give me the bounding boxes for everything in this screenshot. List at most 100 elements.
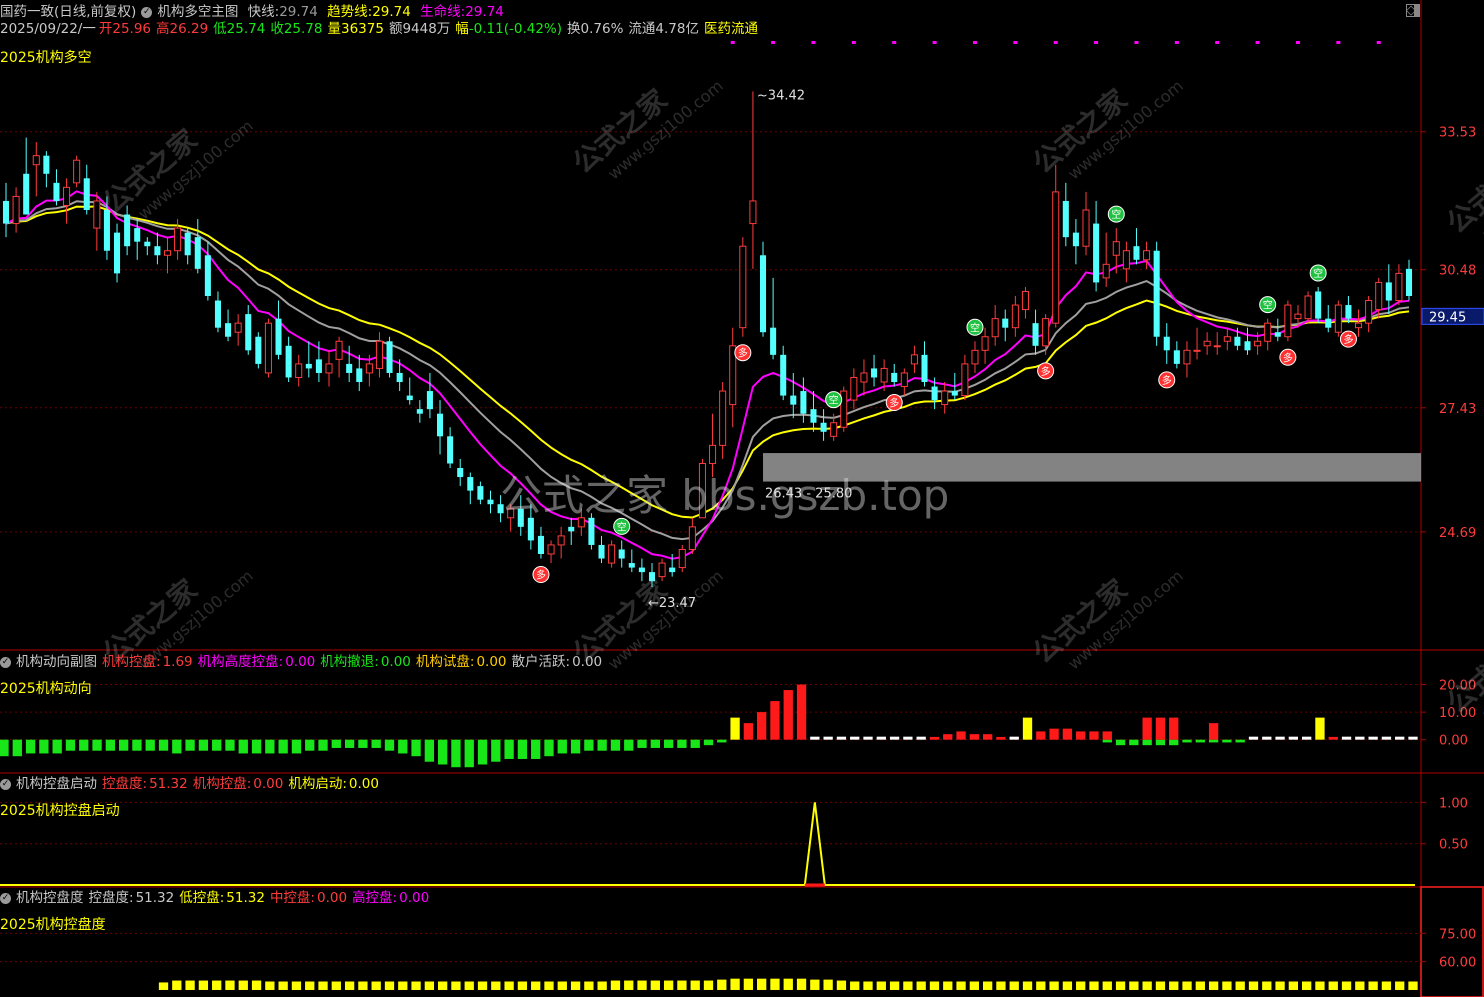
- bar-control-degree: [1381, 981, 1392, 990]
- candle: [1002, 309, 1009, 342]
- panel2-name[interactable]: 机构动向副图: [16, 654, 97, 670]
- bar-control-degree: [358, 981, 368, 990]
- candle: [840, 386, 848, 432]
- candle-body: [1375, 281, 1383, 311]
- candle-body: [416, 409, 423, 414]
- bar-control-degree: [810, 979, 820, 990]
- panel4-name[interactable]: 机构控盘度: [16, 890, 84, 906]
- bar-institution-control: [158, 739, 169, 751]
- panel3-i3-label: 机构启动:: [288, 776, 347, 792]
- bar-control-degree: [477, 981, 488, 990]
- bar-high-control: [1142, 717, 1152, 740]
- candle: [346, 345, 353, 382]
- window-toggle-icon[interactable]: [1406, 4, 1420, 17]
- candle: [73, 155, 81, 188]
- panel3-name[interactable]: 机构控盘启动: [16, 776, 97, 792]
- signal-dot: [932, 41, 937, 44]
- bar-neutral: [1341, 736, 1352, 740]
- bar-institution-control: [690, 739, 700, 748]
- watermark-tile: 公式之家www.gszj100.com: [566, 76, 726, 183]
- bar-high-control: [1102, 731, 1112, 740]
- candle-body: [1021, 290, 1029, 311]
- stock-name[interactable]: 国药一致(日线,前复权): [0, 4, 136, 20]
- bar-control-degree: [1355, 981, 1365, 990]
- candle-body: [103, 210, 110, 251]
- sector-tag[interactable]: 医药流通: [704, 21, 758, 37]
- panel3-i2-value: 0.00: [253, 776, 284, 792]
- bar-control-degree: [464, 981, 474, 990]
- panel4-i3-value: 0.00: [317, 890, 348, 906]
- bar-institution-control: [677, 739, 687, 748]
- candle: [487, 490, 494, 514]
- candle-body: [941, 390, 949, 406]
- buy-marker-label: 多: [889, 397, 899, 410]
- panel2-header: ✓ 机构动向副图 机构控盘: 1.69 机构高度控盘: 0.00 机构撤退: 0.00 机构试盘…: [0, 654, 607, 671]
- candle-body: [981, 336, 989, 351]
- bar-control-degree: [1022, 981, 1033, 990]
- bar-high-control: [1208, 723, 1219, 740]
- candle: [53, 169, 60, 206]
- candle: [144, 237, 151, 256]
- candle-body: [537, 535, 544, 554]
- candle: [1334, 300, 1342, 337]
- bar-institution-control: [305, 739, 315, 751]
- signal-dot: [892, 41, 897, 44]
- panel3-settings-icon[interactable]: ✓: [0, 778, 11, 790]
- bar-control-degree: [331, 981, 341, 990]
- turn-value: 0.76%: [580, 21, 624, 37]
- candle: [871, 354, 878, 387]
- bar-neutral: [850, 736, 860, 740]
- candle: [537, 526, 544, 559]
- panel3-i1-label: 控盘度:: [102, 776, 148, 792]
- candle-body: [891, 372, 898, 382]
- candle: [991, 305, 999, 346]
- bar-control-degree: [703, 980, 714, 990]
- candle: [971, 341, 979, 373]
- main-indicator-name[interactable]: 机构多空主图: [157, 4, 238, 20]
- bar-institution-control: [1235, 739, 1245, 743]
- bar-control-degree: [610, 980, 621, 990]
- bar-neutral: [1248, 736, 1259, 740]
- candle-body: [871, 368, 878, 378]
- candle: [1274, 318, 1281, 342]
- candle-body: [991, 318, 999, 338]
- candle-body: [335, 340, 343, 360]
- bar-control-degree: [491, 981, 501, 990]
- bar-high-control: [982, 734, 993, 740]
- bar-control-degree: [1129, 981, 1139, 990]
- bar-institution-control: [384, 739, 395, 751]
- candle: [1122, 241, 1130, 283]
- candle-body: [154, 246, 161, 256]
- bar-high-control: [956, 731, 966, 740]
- bar-control-degree: [717, 979, 727, 990]
- candle: [325, 350, 333, 387]
- panel2-settings-icon[interactable]: ✓: [0, 656, 11, 668]
- bar-neutral: [916, 736, 926, 740]
- candle-body: [305, 363, 312, 369]
- buy-marker-label: 多: [738, 347, 748, 360]
- bar-institution-control: [398, 739, 408, 754]
- bar-institution-control: [531, 739, 541, 759]
- settings-icon[interactable]: ✓: [141, 6, 153, 18]
- bar-control-degree: [690, 980, 700, 990]
- bar-institution-control: [225, 739, 235, 751]
- candle: [285, 336, 292, 382]
- candle: [628, 549, 635, 573]
- candle-body: [73, 159, 81, 184]
- sell-marker-label: 空: [970, 321, 980, 334]
- candle-body: [1122, 250, 1130, 270]
- candle: [729, 327, 737, 428]
- candle-body: [800, 391, 807, 414]
- bar-control-degree: [544, 981, 554, 990]
- candle: [1062, 182, 1069, 247]
- bar-control-degree: [1302, 981, 1312, 990]
- candle: [900, 368, 908, 396]
- open-label: 开: [98, 21, 113, 37]
- chart-canvas[interactable]: 33.5330.4827.4324.6926.43 - 25.80~34.42←…: [0, 0, 1484, 997]
- candle: [770, 277, 777, 360]
- panel4-settings-icon[interactable]: ✓: [0, 892, 11, 904]
- bar-neutral: [1288, 736, 1299, 740]
- panel2-i5-label: 散户活跃:: [511, 654, 571, 670]
- bar-control-degree: [344, 981, 355, 990]
- candle-body: [375, 340, 383, 369]
